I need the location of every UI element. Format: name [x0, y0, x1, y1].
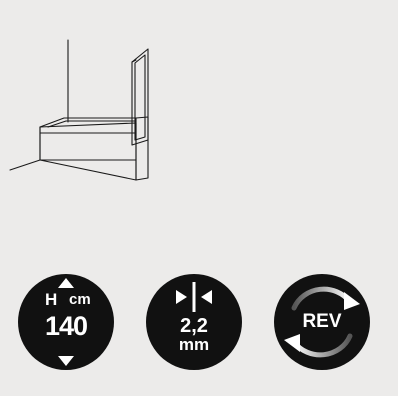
arrow-down-icon	[58, 356, 74, 366]
reversible-label: REV	[302, 311, 342, 332]
height-unit: cm	[69, 291, 91, 308]
thickness-unit: mm	[178, 335, 210, 354]
height-letter: H	[45, 290, 58, 309]
height-badge: H cm 140	[18, 274, 114, 370]
thickness-badge: 2,2 mm	[146, 274, 242, 370]
arrow-up-icon	[58, 278, 74, 288]
bath-screen-illustration	[9, 39, 149, 181]
product-feature-panel: H cm 140 2,2 mm REV	[0, 0, 398, 396]
reversible-badge: REV	[274, 274, 370, 370]
thickness-value: 2,2	[180, 315, 208, 337]
height-value: 140	[44, 311, 88, 341]
